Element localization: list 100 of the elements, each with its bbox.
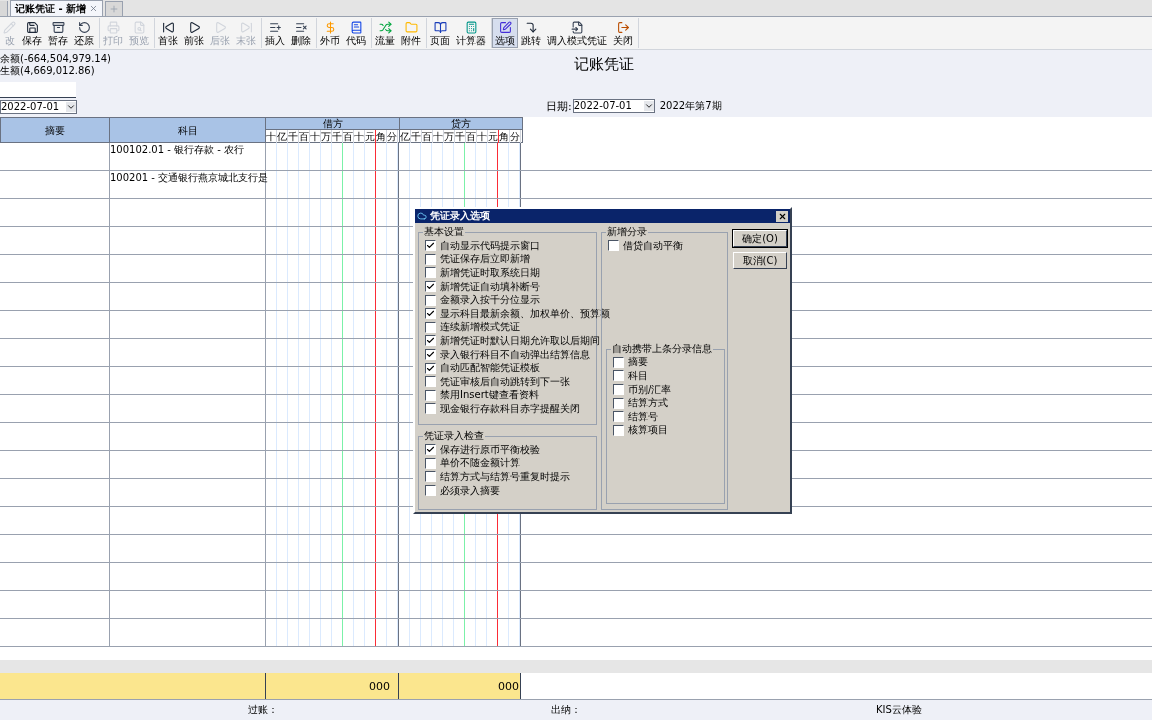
- pencil-icon: [3, 20, 16, 34]
- checkbox[interactable]: [425, 321, 436, 333]
- document-tab[interactable]: 记账凭证 - 新增: [10, 0, 104, 16]
- toolbar-button[interactable]: 暂存: [45, 18, 71, 48]
- edit-icon: [498, 20, 512, 34]
- checkbox[interactable]: [425, 281, 436, 293]
- toolbar-button[interactable]: 代码: [343, 18, 369, 48]
- checkbox[interactable]: [425, 362, 436, 374]
- checkbox[interactable]: [425, 444, 436, 456]
- checkbox[interactable]: [613, 424, 624, 436]
- digit-header: 千: [288, 130, 299, 143]
- option-label: 现金银行存款科目赤字提醒关闭: [440, 402, 580, 415]
- checkbox[interactable]: [613, 356, 624, 368]
- period-text: 2022年第7期: [659, 100, 722, 112]
- checkbox[interactable]: [425, 308, 436, 320]
- status-text: 出纳：: [551, 704, 581, 716]
- digit-header: 十: [310, 130, 321, 143]
- checkbox[interactable]: [425, 240, 436, 252]
- dialog-button[interactable]: 取消(C): [733, 252, 787, 269]
- checkbox[interactable]: [425, 457, 436, 469]
- toolbar-button[interactable]: 插入: [262, 18, 288, 48]
- preview-icon: [132, 20, 146, 34]
- check-icon: [426, 241, 435, 251]
- toolbar-button[interactable]: 跳转: [518, 18, 544, 48]
- toolbar-button[interactable]: 流量: [372, 18, 398, 48]
- date-dropdown[interactable]: 2022-07-01: [0, 100, 77, 114]
- option-label: 自动匹配智能凭证模板: [440, 362, 540, 375]
- delete-row-icon: [294, 20, 308, 34]
- close-icon: [777, 211, 787, 221]
- next-icon: [213, 20, 227, 34]
- checkbox[interactable]: [425, 485, 436, 497]
- checkbox[interactable]: [425, 267, 436, 279]
- balance-text: 余额(-664,504,979.14): [0, 53, 111, 65]
- balance-text: 生额(4,669,012.86): [0, 65, 96, 77]
- checkbox[interactable]: [613, 411, 624, 423]
- digit-header: 角: [376, 130, 387, 143]
- option-label: 单价不随金额计算: [440, 457, 520, 470]
- import-icon: [570, 20, 584, 34]
- option-label: 凭证审核后自动跳转到下一张: [440, 375, 570, 388]
- option-label: 录入银行科目不自动弹出结算信息: [440, 348, 590, 361]
- option-label: 币别/汇率: [628, 383, 672, 396]
- checkbox[interactable]: [613, 384, 624, 396]
- option-label: 科目: [628, 370, 648, 382]
- checkbox[interactable]: [613, 370, 624, 382]
- digit-header: 亿: [400, 130, 411, 143]
- calculator-icon: [464, 20, 478, 34]
- checkbox[interactable]: [608, 240, 619, 252]
- toolbar-button[interactable]: 外币: [317, 18, 343, 48]
- insert-row-icon: [268, 20, 282, 34]
- column-header: 贷方: [400, 118, 522, 130]
- date-dropdown[interactable]: 2022-07-01: [572, 99, 655, 113]
- digit-header: 十: [477, 130, 488, 143]
- checkbox[interactable]: [425, 403, 436, 415]
- option-label: 金额录入按千分位显示: [440, 294, 540, 307]
- checkbox[interactable]: [425, 389, 436, 401]
- group-title: 凭证录入检查: [423, 429, 485, 442]
- option-label: 结算方式与结算号重复时提示: [440, 471, 570, 483]
- close-button[interactable]: [776, 210, 788, 222]
- toolbar-button[interactable]: 附件: [398, 18, 424, 48]
- checkbox[interactable]: [425, 253, 436, 265]
- check-icon: [426, 282, 435, 292]
- printer-icon: [106, 20, 120, 34]
- option-label: 新增凭证自动填补断号: [440, 280, 540, 293]
- close-icon[interactable]: [89, 4, 99, 13]
- toolbar-button[interactable]: 前张: [181, 18, 207, 48]
- toolbar-button[interactable]: 保存: [19, 18, 45, 48]
- checkbox[interactable]: [425, 294, 436, 306]
- app-icon: [417, 211, 427, 221]
- checkbox[interactable]: [425, 376, 436, 388]
- column-header: 摘要: [0, 117, 110, 143]
- checkbox[interactable]: [425, 349, 436, 361]
- toolbar-button[interactable]: 关闭: [610, 18, 636, 48]
- save-icon: [25, 20, 39, 34]
- digit-header: 万: [444, 130, 455, 143]
- option-label: 新增凭证时默认日期允许取以后期间: [440, 334, 600, 347]
- checkbox[interactable]: [425, 335, 436, 347]
- debit-total: 000: [369, 679, 391, 693]
- group-title: 基本设置: [423, 225, 465, 238]
- toolbar-button[interactable]: 计算器: [453, 18, 489, 48]
- group-title: 自动携带上条分录信息: [611, 341, 713, 355]
- toolbar-button[interactable]: 调入模式凭证: [544, 18, 610, 48]
- checkbox[interactable]: [613, 397, 624, 409]
- option-label: 保存进行原币平衡校验: [440, 443, 540, 456]
- toolbar-button[interactable]: 选项: [492, 18, 518, 48]
- option-label: 连续新增模式凭证: [440, 321, 520, 334]
- date-label: 日期:: [546, 99, 572, 113]
- check-icon: [426, 309, 435, 319]
- input-field[interactable]: [0, 82, 76, 98]
- digit-header: 十: [433, 130, 444, 143]
- digit-header: 分: [387, 130, 398, 143]
- dialog-button[interactable]: 确定(O): [733, 230, 787, 247]
- column-header: 借方: [266, 118, 399, 130]
- toolbar-button[interactable]: 还原: [71, 18, 97, 48]
- toolbar-button[interactable]: 删除: [288, 18, 314, 48]
- checkbox[interactable]: [425, 471, 436, 483]
- toolbar-button[interactable]: 页面: [427, 18, 453, 48]
- toolbar-button[interactable]: 首张: [155, 18, 181, 48]
- digit-header: 万: [321, 130, 332, 143]
- table-cell: 100201 - 交通银行燕京城北支行是: [110, 171, 269, 185]
- archive-icon: [51, 20, 65, 34]
